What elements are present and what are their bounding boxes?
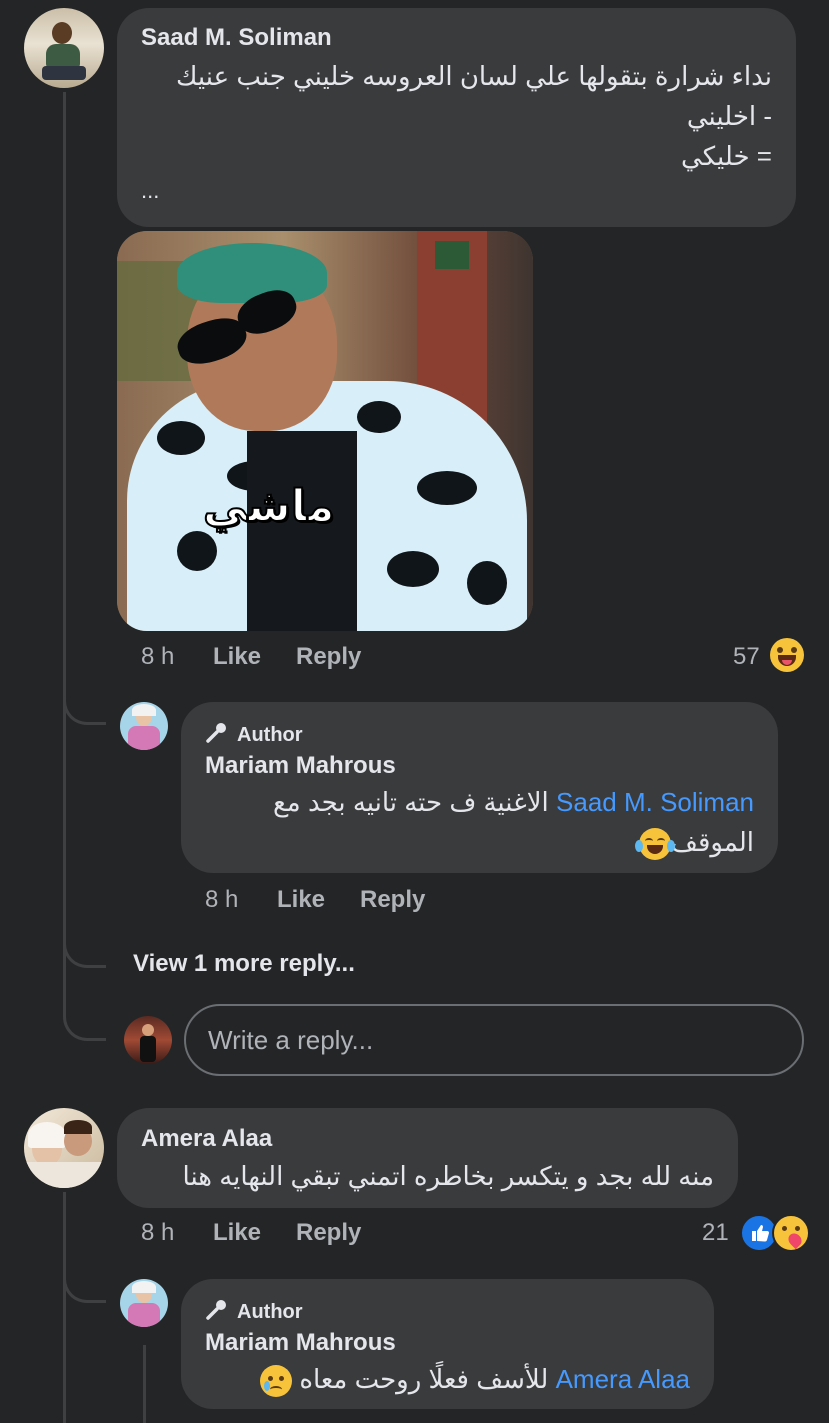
avatar[interactable]: [24, 8, 104, 88]
avatar[interactable]: [120, 1279, 168, 1327]
reaction-count[interactable]: 57: [733, 643, 760, 671]
view-more-replies-link[interactable]: View 1 more reply...: [133, 950, 355, 978]
crying-face-icon: [260, 1365, 293, 1398]
reply-text: الموقف: [671, 827, 754, 857]
thread-line: [63, 92, 66, 1012]
comment-timestamp[interactable]: 8 h: [141, 1219, 174, 1246]
microphone-icon: [205, 720, 229, 750]
reply-button[interactable]: Reply: [296, 643, 361, 671]
reply-text-line: الموقف: [194, 822, 754, 862]
avatar[interactable]: [24, 1108, 104, 1188]
image-caption: ماشي: [202, 481, 336, 532]
like-button[interactable]: Like: [213, 1219, 261, 1247]
avatar[interactable]: [120, 702, 168, 750]
comment-author[interactable]: Amera Alaa: [141, 1125, 272, 1153]
thread-branch: [63, 1000, 106, 1041]
reply-timestamp[interactable]: 8 h: [205, 886, 238, 913]
reply-author[interactable]: Mariam Mahrous: [205, 1329, 396, 1357]
mention-link[interactable]: Saad M. Soliman: [556, 787, 754, 817]
current-user-avatar: [124, 1016, 172, 1064]
thread-branch: [63, 920, 106, 968]
comment-image[interactable]: ماشي: [117, 231, 533, 631]
reply-text: الاغنية ف حته تانيه بجد مع: [272, 787, 549, 817]
comment-text-line: = خليكي: [681, 141, 772, 171]
author-badge: Author: [205, 720, 303, 750]
reply-text-line: Saad M. Soliman الاغنية ف حته تانيه بجد …: [194, 782, 754, 822]
comment-text: منه لله بجد و يتكسر بخاطره اتمني تبقي ال…: [182, 1161, 714, 1191]
see-more-ellipsis[interactable]: ...: [141, 178, 159, 204]
author-badge-label: Author: [237, 1300, 303, 1323]
reply-text-line: Amera Alaa للأسف فعلًا روحت معاه: [190, 1359, 690, 1399]
author-badge-label: Author: [237, 723, 303, 746]
reply-text: للأسف فعلًا روحت معاه: [299, 1364, 549, 1394]
comment-bubble: Saad M. Soliman نداء شرارة بتقولها علي ل…: [117, 8, 796, 227]
microphone-icon: [205, 1297, 229, 1327]
comment-text-line: نداء شرارة بتقولها علي لسان العروسه خلين…: [176, 61, 772, 91]
reply-bubble: Author Mariam Mahrous Saad M. Soliman ال…: [181, 702, 778, 873]
comment-author[interactable]: Saad M. Soliman: [141, 24, 332, 52]
laughing-emoji-icon[interactable]: [770, 638, 804, 672]
reply-button[interactable]: Reply: [296, 1219, 361, 1247]
thread-branch: [63, 1250, 106, 1303]
author-badge: Author: [205, 1297, 303, 1327]
reply-bubble: Author Mariam Mahrous Amera Alaa للأسف ف…: [181, 1279, 714, 1409]
mention-link[interactable]: Amera Alaa: [556, 1364, 690, 1394]
comment-timestamp[interactable]: 8 h: [141, 643, 174, 670]
like-button[interactable]: Like: [277, 886, 325, 914]
reaction-count[interactable]: 21: [702, 1219, 729, 1247]
tears-of-joy-icon: [635, 828, 676, 861]
reply-button[interactable]: Reply: [360, 886, 425, 914]
thread-line: [63, 1192, 66, 1423]
thread-branch: [63, 680, 106, 725]
care-icon[interactable]: [772, 1214, 810, 1252]
reply-author[interactable]: Mariam Mahrous: [205, 752, 396, 780]
thread-line: [143, 1345, 146, 1423]
like-button[interactable]: Like: [213, 643, 261, 671]
comment-bubble: Amera Alaa منه لله بجد و يتكسر بخاطره ات…: [117, 1108, 738, 1208]
reply-input[interactable]: Write a reply...: [184, 1004, 804, 1076]
comment-text-line: - اخليني: [686, 101, 772, 131]
